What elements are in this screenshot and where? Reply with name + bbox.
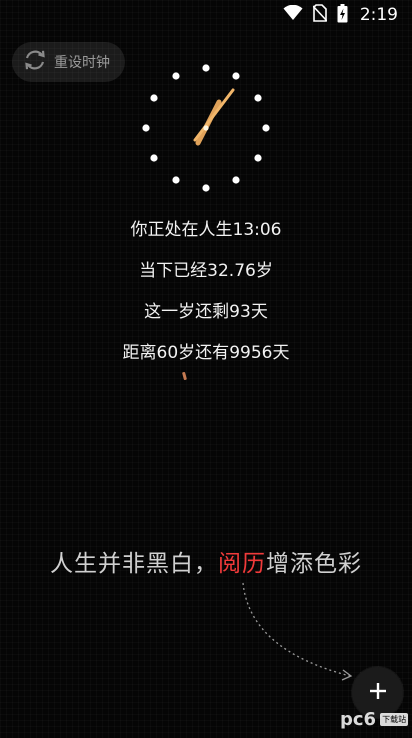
status-time: 2:19: [359, 5, 398, 25]
watermark-badge: 下载站: [380, 712, 409, 726]
clock-dot: [150, 94, 158, 102]
clock-dot: [202, 64, 210, 72]
clock-dot: [232, 176, 240, 184]
year-remaining-unit: 天: [250, 302, 268, 322]
slogan-part-2: 增添色彩: [266, 551, 362, 577]
life-time-label: 你正处在人生: [130, 220, 233, 240]
clock-dot: [254, 154, 262, 162]
reset-clock-button[interactable]: 重设时钟: [12, 42, 125, 82]
age-label: 当下已经: [139, 261, 208, 281]
until-60-line: 距离60岁还有9956天: [0, 335, 412, 376]
age-unit: 岁: [255, 261, 273, 281]
clock-minute-hand: [193, 88, 235, 142]
year-remaining-line: 这一岁还剩93天: [0, 294, 412, 335]
clock-dot: [262, 124, 270, 132]
life-stats: 你正处在人生13:06 当下已经32.76岁 这一岁还剩93天 距离60岁还有9…: [0, 212, 412, 376]
life-time-line: 你正处在人生13:06: [0, 212, 412, 253]
reset-clock-label: 重设时钟: [54, 55, 110, 71]
year-remaining-label: 这一岁还剩: [144, 302, 230, 322]
life-clock: [142, 64, 270, 192]
year-remaining-value: 93: [229, 302, 251, 322]
clock-dot: [172, 176, 180, 184]
clock-dot: [142, 124, 150, 132]
life-time-value: 13:06: [232, 220, 282, 240]
until-60-label: 距离60岁还有: [122, 343, 230, 363]
slogan: 人生并非黑白，阅历增添色彩: [0, 544, 412, 578]
wifi-icon: [283, 4, 303, 25]
slogan-part-1: 人生并非黑白，: [50, 551, 218, 577]
watermark: pc6 下载站: [340, 705, 409, 733]
clock-dot: [254, 94, 262, 102]
until-60-unit: 天: [272, 343, 290, 363]
no-sim-icon: [312, 4, 328, 26]
age-line: 当下已经32.76岁: [0, 253, 412, 294]
clock-dot: [150, 154, 158, 162]
slogan-highlight: 阅历: [218, 551, 266, 577]
refresh-icon: [22, 47, 54, 77]
clock-center: [203, 125, 209, 131]
plus-icon: [368, 681, 388, 705]
battery-charging-icon: [337, 3, 348, 27]
until-60-value: 9956: [229, 343, 273, 363]
clock-dot: [172, 72, 180, 80]
watermark-text: pc6: [340, 708, 377, 730]
status-bar: 2:19: [0, 0, 412, 30]
age-value: 32.76: [207, 261, 256, 281]
clock-dot: [232, 72, 240, 80]
clock-dot: [202, 184, 210, 192]
